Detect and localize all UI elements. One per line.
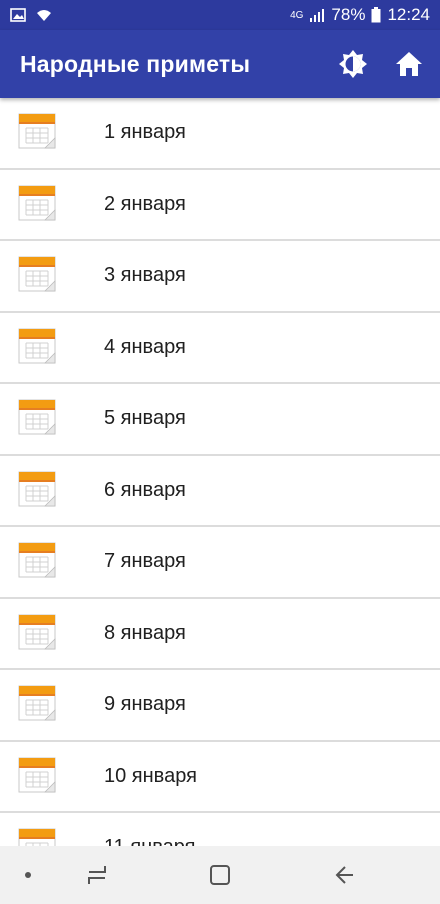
list-item[interactable]: 5 января <box>0 384 440 456</box>
calendar-icon <box>18 542 56 578</box>
list-item-label: 9 января <box>104 693 186 716</box>
network-type-label: 4G <box>290 9 304 21</box>
dot-icon <box>25 872 31 878</box>
list-item-label: 10 января <box>104 764 197 787</box>
brightness-icon <box>339 50 367 78</box>
list-item-label: 6 января <box>104 478 186 501</box>
list-item[interactable]: 1 января <box>0 98 440 170</box>
brightness-button[interactable] <box>328 39 378 89</box>
list-item[interactable]: 8 января <box>0 599 440 670</box>
calendar-icon <box>18 685 56 721</box>
date-list: 1 января 2 января 3 января 4 января 5 ян… <box>0 98 440 846</box>
list-item[interactable]: 9 января <box>0 670 440 742</box>
recent-apps-button[interactable] <box>82 860 112 890</box>
home-square-icon <box>210 865 230 885</box>
status-right-icons: 4G 78% 12:24 <box>290 5 430 25</box>
list-item-label: 4 января <box>104 335 186 358</box>
status-left-icons <box>10 8 52 22</box>
nav-dot-button[interactable] <box>13 860 43 890</box>
wifi-icon <box>37 10 51 21</box>
battery-percent: 78% <box>331 5 366 24</box>
list-item-label: 1 января <box>104 121 186 144</box>
app-bar: Народные приметы <box>0 30 440 98</box>
status-bar: 4G 78% 12:24 <box>0 0 440 30</box>
battery-icon <box>371 7 381 23</box>
calendar-icon <box>18 256 56 292</box>
list-item[interactable]: 4 января <box>0 313 440 384</box>
list-item-label: 5 января <box>104 407 186 430</box>
calendar-icon <box>18 757 56 792</box>
recent-apps-icon <box>88 866 106 884</box>
list-item-label: 2 января <box>104 192 186 215</box>
list-item[interactable]: 3 января <box>0 241 440 313</box>
list-item[interactable]: 10 января <box>0 742 440 813</box>
calendar-icon <box>18 328 56 363</box>
calendar-icon <box>18 399 56 435</box>
calendar-icon <box>18 828 56 846</box>
back-icon <box>335 866 353 884</box>
home-icon <box>396 52 422 76</box>
list-item-label: 8 января <box>104 621 186 644</box>
list-item-label: 7 января <box>104 550 186 573</box>
app-title: Народные приметы <box>20 50 251 77</box>
list-item[interactable]: 7 января <box>0 527 440 599</box>
signal-icon <box>310 9 325 22</box>
calendar-icon <box>18 185 56 220</box>
clock: 12:24 <box>387 5 430 24</box>
home-button[interactable] <box>384 39 434 89</box>
list-item[interactable]: 2 января <box>0 170 440 241</box>
home-nav-button[interactable] <box>205 860 235 890</box>
calendar-icon <box>18 614 56 649</box>
calendar-icon <box>18 471 56 506</box>
list-item[interactable]: 6 января <box>0 456 440 527</box>
list-item[interactable]: 11 января <box>0 813 440 846</box>
system-nav-bar <box>0 846 440 904</box>
gallery-notification-icon <box>10 8 26 22</box>
calendar-icon <box>18 113 56 149</box>
list-item-label: 3 января <box>104 264 186 287</box>
list-item-label: 11 января <box>104 836 195 846</box>
back-button[interactable] <box>328 860 358 890</box>
